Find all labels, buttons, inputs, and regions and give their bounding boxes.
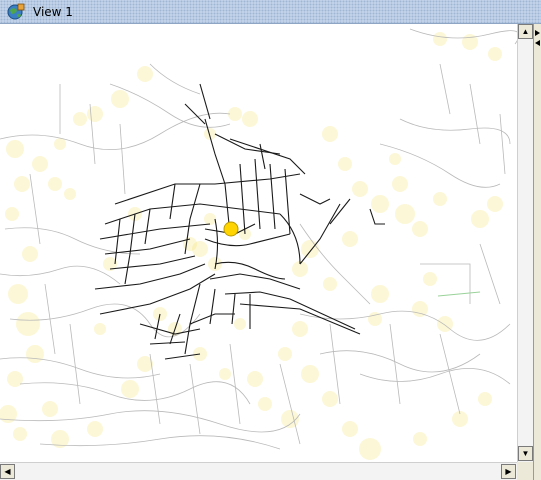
- central-road-network: [94, 83, 385, 360]
- arrow-right-icon[interactable]: ▶: [501, 464, 516, 479]
- side-panel-edge[interactable]: [533, 24, 541, 480]
- arrow-down-icon[interactable]: ▼: [518, 446, 533, 461]
- vertical-scrollbar[interactable]: ▲ ▼: [517, 24, 533, 462]
- location-marker[interactable]: [223, 221, 239, 237]
- street-map[interactable]: [0, 24, 517, 462]
- map-view-window: View 1 ▲ ▼ ◀ ▶: [0, 0, 541, 480]
- map-canvas[interactable]: [0, 24, 517, 462]
- horizontal-scrollbar[interactable]: ◀ ▶: [0, 462, 517, 480]
- scroll-corner: [517, 462, 533, 480]
- expand-arrows-icon[interactable]: [534, 28, 541, 48]
- arrow-up-icon[interactable]: ▲: [518, 24, 533, 39]
- title-bar[interactable]: View 1: [0, 0, 541, 24]
- arrow-left-icon[interactable]: ◀: [0, 464, 15, 479]
- heat-density-layer: [0, 32, 503, 460]
- window-title: View 1: [33, 5, 73, 19]
- globe-icon: [7, 3, 25, 20]
- green-path: [437, 291, 481, 297]
